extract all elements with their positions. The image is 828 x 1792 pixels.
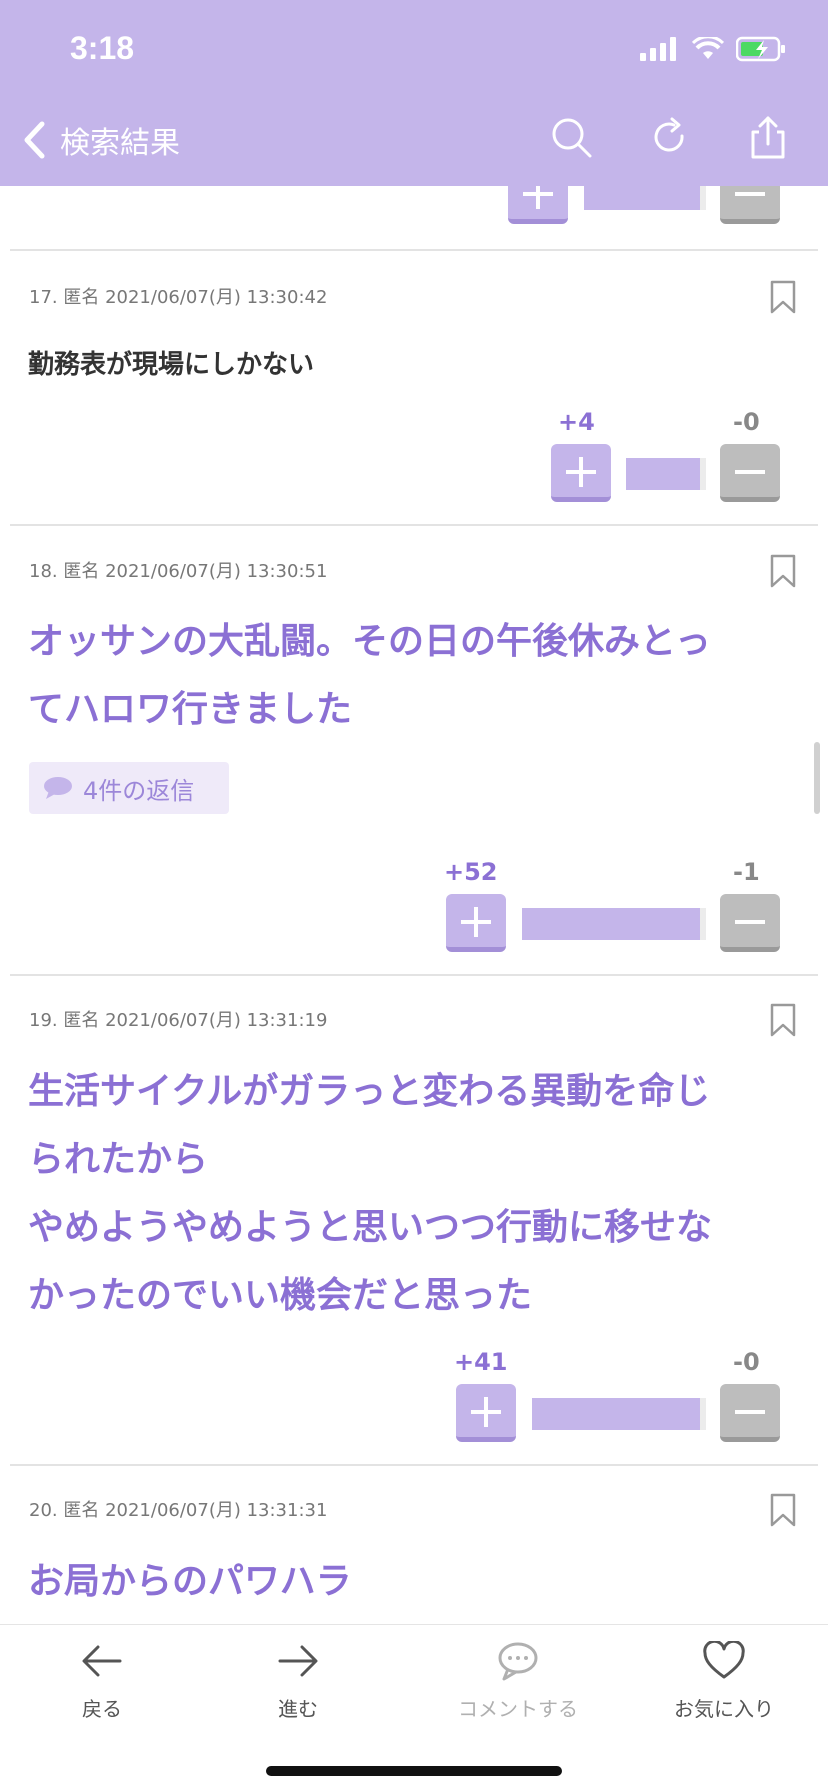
- plus-vote-button[interactable]: [446, 894, 506, 952]
- minus-count: -0: [733, 1348, 760, 1376]
- plus-count: +41: [454, 1348, 508, 1376]
- post-body: 勤務表が現場にしかない: [28, 350, 315, 380]
- post-body-line: オッサンの大乱闘。その日の午後休みとっ: [28, 621, 711, 662]
- comment-feed[interactable]: 17. 匿名 2021/06/07(月) 13:30:42 勤務表が現場にしかな…: [0, 186, 828, 1624]
- minus-count: -1: [733, 858, 760, 886]
- search-button[interactable]: [548, 114, 596, 162]
- minus-icon: [735, 920, 765, 924]
- speech-bubble-icon: [44, 777, 72, 799]
- post-body-line: やめようやめようと思いつつ行動に移せな: [28, 1207, 713, 1248]
- status-icons: [640, 36, 786, 62]
- minus-vote-button[interactable]: [720, 444, 780, 502]
- status-time: 3:18: [70, 30, 135, 66]
- minus-icon: [735, 1410, 765, 1414]
- minus-icon: [735, 470, 765, 474]
- app-header: 3:18 検索結果: [0, 0, 828, 186]
- plus-vote-button[interactable]: [551, 444, 611, 502]
- post-body: お局からのパワハラ: [28, 1561, 352, 1602]
- vote-ratio-bar: [532, 1398, 700, 1430]
- comment-bubble-icon: [498, 1642, 538, 1681]
- back-to-search-results[interactable]: 検索結果: [22, 118, 180, 162]
- post-body-line: てハロワ行きました: [28, 689, 353, 730]
- tab-forward[interactable]: 進む: [218, 1641, 378, 1722]
- vote-ratio-bar: [626, 458, 700, 490]
- arrow-left-icon: [82, 1645, 122, 1677]
- post-meta: 19. 匿名 2021/06/07(月) 13:31:19: [29, 1010, 328, 1031]
- bookmark-icon[interactable]: [770, 554, 796, 588]
- plus-count: +4: [558, 408, 595, 436]
- arrow-right-icon: [278, 1645, 318, 1677]
- plus-count: +52: [444, 858, 498, 886]
- plus-icon: [471, 1397, 501, 1427]
- cellular-signal-icon: [640, 37, 676, 61]
- minus-count: -0: [733, 408, 760, 436]
- share-button[interactable]: [744, 114, 792, 162]
- wifi-icon: [692, 37, 724, 59]
- post-meta: 17. 匿名 2021/06/07(月) 13:30:42: [29, 287, 328, 308]
- home-indicator: [266, 1766, 562, 1776]
- reload-icon: [654, 117, 684, 152]
- minus-vote-button[interactable]: [720, 186, 780, 224]
- header-actions: [548, 114, 792, 162]
- back-label: 検索結果: [60, 126, 180, 161]
- divider: [10, 1464, 818, 1466]
- divider: [10, 974, 818, 976]
- tab-comment[interactable]: コメントする: [438, 1641, 598, 1722]
- minus-vote-button[interactable]: [720, 894, 780, 952]
- scrollbar[interactable]: [814, 742, 820, 814]
- share-icon: [751, 116, 785, 159]
- post-body: 生活サイクルがガラっと変わる異動を命じ られたから やめようやめようと思いつつ行…: [28, 1058, 788, 1330]
- tab-label: 進む: [278, 1697, 318, 1721]
- vote-ratio-bar: [522, 908, 700, 940]
- minus-vote-button[interactable]: [720, 1384, 780, 1442]
- plus-icon: [523, 186, 553, 209]
- post-body-line: かったのでいい機会だと思った: [28, 1275, 533, 1316]
- post-meta: 20. 匿名 2021/06/07(月) 13:31:31: [29, 1500, 328, 1521]
- plus-icon: [461, 907, 491, 937]
- replies-label: 4件の返信: [83, 776, 195, 805]
- minus-icon: [735, 192, 765, 196]
- plus-vote-button[interactable]: [508, 186, 568, 224]
- bookmark-icon[interactable]: [770, 1493, 796, 1527]
- post-meta: 18. 匿名 2021/06/07(月) 13:30:51: [29, 561, 328, 582]
- vote-ratio-bar: [584, 186, 700, 210]
- tab-back[interactable]: 戻る: [22, 1641, 182, 1722]
- post-body-line: られたから: [28, 1139, 209, 1180]
- bookmark-icon[interactable]: [770, 1003, 796, 1037]
- tab-label: コメントする: [458, 1697, 578, 1721]
- post-body: オッサンの大乱闘。その日の午後休みとっ てハロワ行きました: [28, 608, 788, 744]
- tab-label: お気に入り: [674, 1697, 774, 1721]
- plus-icon: [566, 457, 596, 487]
- heart-icon: [703, 1641, 745, 1679]
- divider: [10, 249, 818, 251]
- bookmark-icon[interactable]: [770, 280, 796, 314]
- battery-charging-icon: [736, 36, 785, 62]
- post-body-line: 生活サイクルがガラっと変わる異動を命じ: [28, 1071, 711, 1112]
- plus-vote-button[interactable]: [456, 1384, 516, 1442]
- divider: [10, 524, 818, 526]
- search-icon: [552, 118, 592, 158]
- replies-button[interactable]: 4件の返信: [29, 762, 229, 814]
- chevron-left-icon: [24, 121, 45, 159]
- tab-label: 戻る: [82, 1697, 122, 1721]
- reload-button[interactable]: [646, 114, 694, 162]
- tab-favorites[interactable]: お気に入り: [644, 1641, 804, 1722]
